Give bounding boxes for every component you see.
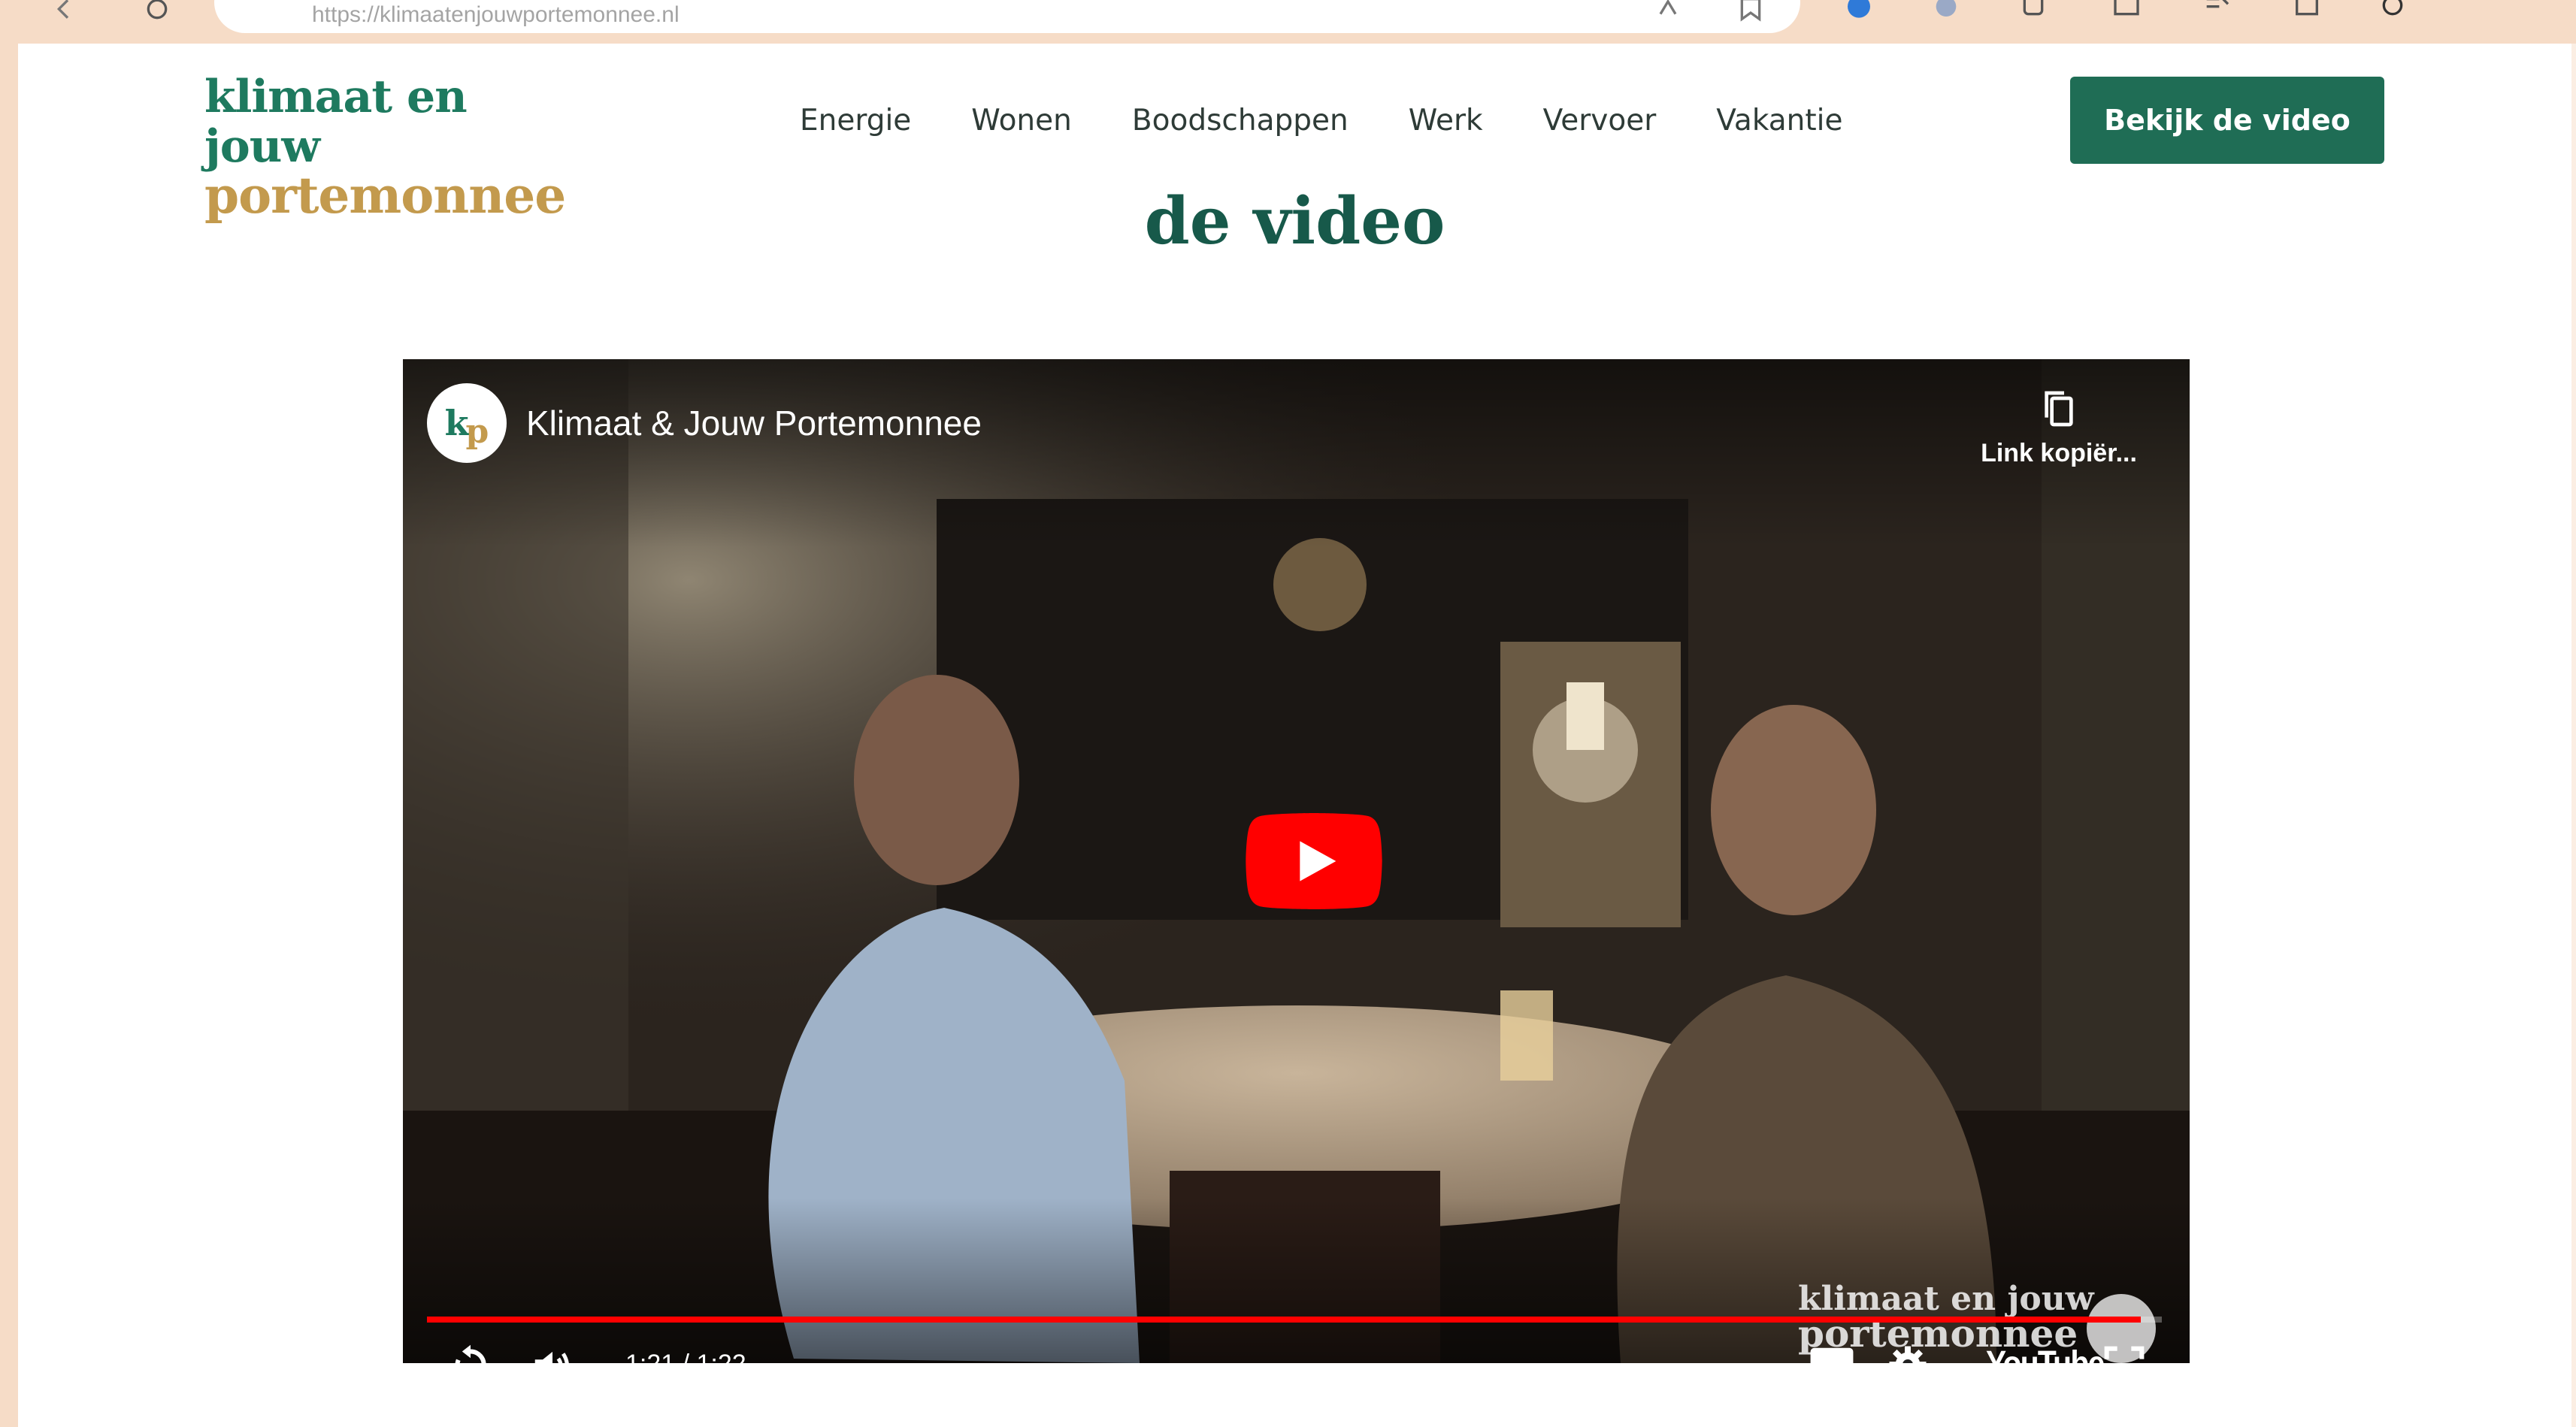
web-page: klimaat en jouw portemonnee Energie Wone… [18,44,2571,1427]
nav-item-boodschappen[interactable]: Boodschappen [1132,102,1349,140]
watch-video-button[interactable]: Bekijk de video [2070,77,2384,164]
video-title[interactable]: Klimaat & Jouw Portemonnee [526,403,982,443]
play-button[interactable] [1246,813,1382,909]
copy-link-button[interactable]: Link kopiër... [1976,388,2142,468]
collections-icon[interactable] [2290,0,2324,24]
browser-frame-left [0,0,18,1427]
favorite-star-icon[interactable] [1733,0,1768,24]
extension-snow-icon[interactable] [1929,0,1963,24]
page-title: de video [1144,183,1445,259]
address-bar[interactable]: https://klimaatenjouwportemonnee.nl [214,0,1800,33]
nav-item-energie[interactable]: Energie [800,102,911,140]
address-bar-url: https://klimaatenjouwportemonnee.nl [312,2,680,27]
nav-item-werk[interactable]: Werk [1409,102,1483,140]
video-header-gradient [403,359,2190,547]
copy-icon [2045,391,2073,427]
replay-icon[interactable] [448,1342,493,1363]
nav-item-vakantie[interactable]: Vakantie [1716,102,1842,140]
video-player[interactable]: kp Klimaat & Jouw Portemonnee Link kopië… [403,359,2190,1363]
progress-bar-fill [427,1317,2142,1323]
youtube-logo[interactable]: YouTube [1986,1344,2105,1363]
split-screen-icon[interactable] [2109,0,2144,24]
back-icon[interactable] [47,0,81,24]
fullscreen-icon[interactable] [2103,1345,2145,1363]
nav-item-vervoer[interactable]: Vervoer [1543,102,1657,140]
subtitles-icon[interactable] [1809,1345,1855,1363]
extension-blue-icon[interactable] [1842,0,1876,24]
nav-item-wonen[interactable]: Wonen [971,102,1072,140]
channel-avatar[interactable]: kp [427,383,507,463]
extensions-icon[interactable] [2016,0,2051,24]
progress-bar[interactable] [427,1317,2162,1323]
read-aloud-icon[interactable] [1651,0,1685,24]
browser-frame-right [2571,44,2576,1427]
volume-icon[interactable] [529,1342,576,1363]
logo-line-1: klimaat en jouw [204,71,468,173]
favorites-icon[interactable] [2199,0,2234,24]
refresh-icon[interactable] [140,0,174,24]
avatar-letter-p: p [465,412,489,451]
time-display: 1:21 / 1:22 [625,1350,746,1363]
browser-essentials-icon[interactable] [2375,0,2410,24]
main-nav: Energie Wonen Boodschappen Werk Vervoer … [800,102,1902,140]
youtube-play-icon [1246,813,1382,909]
settings-gear-icon[interactable] [1887,1344,1929,1363]
copy-link-label: Link kopiër... [1981,439,2137,467]
